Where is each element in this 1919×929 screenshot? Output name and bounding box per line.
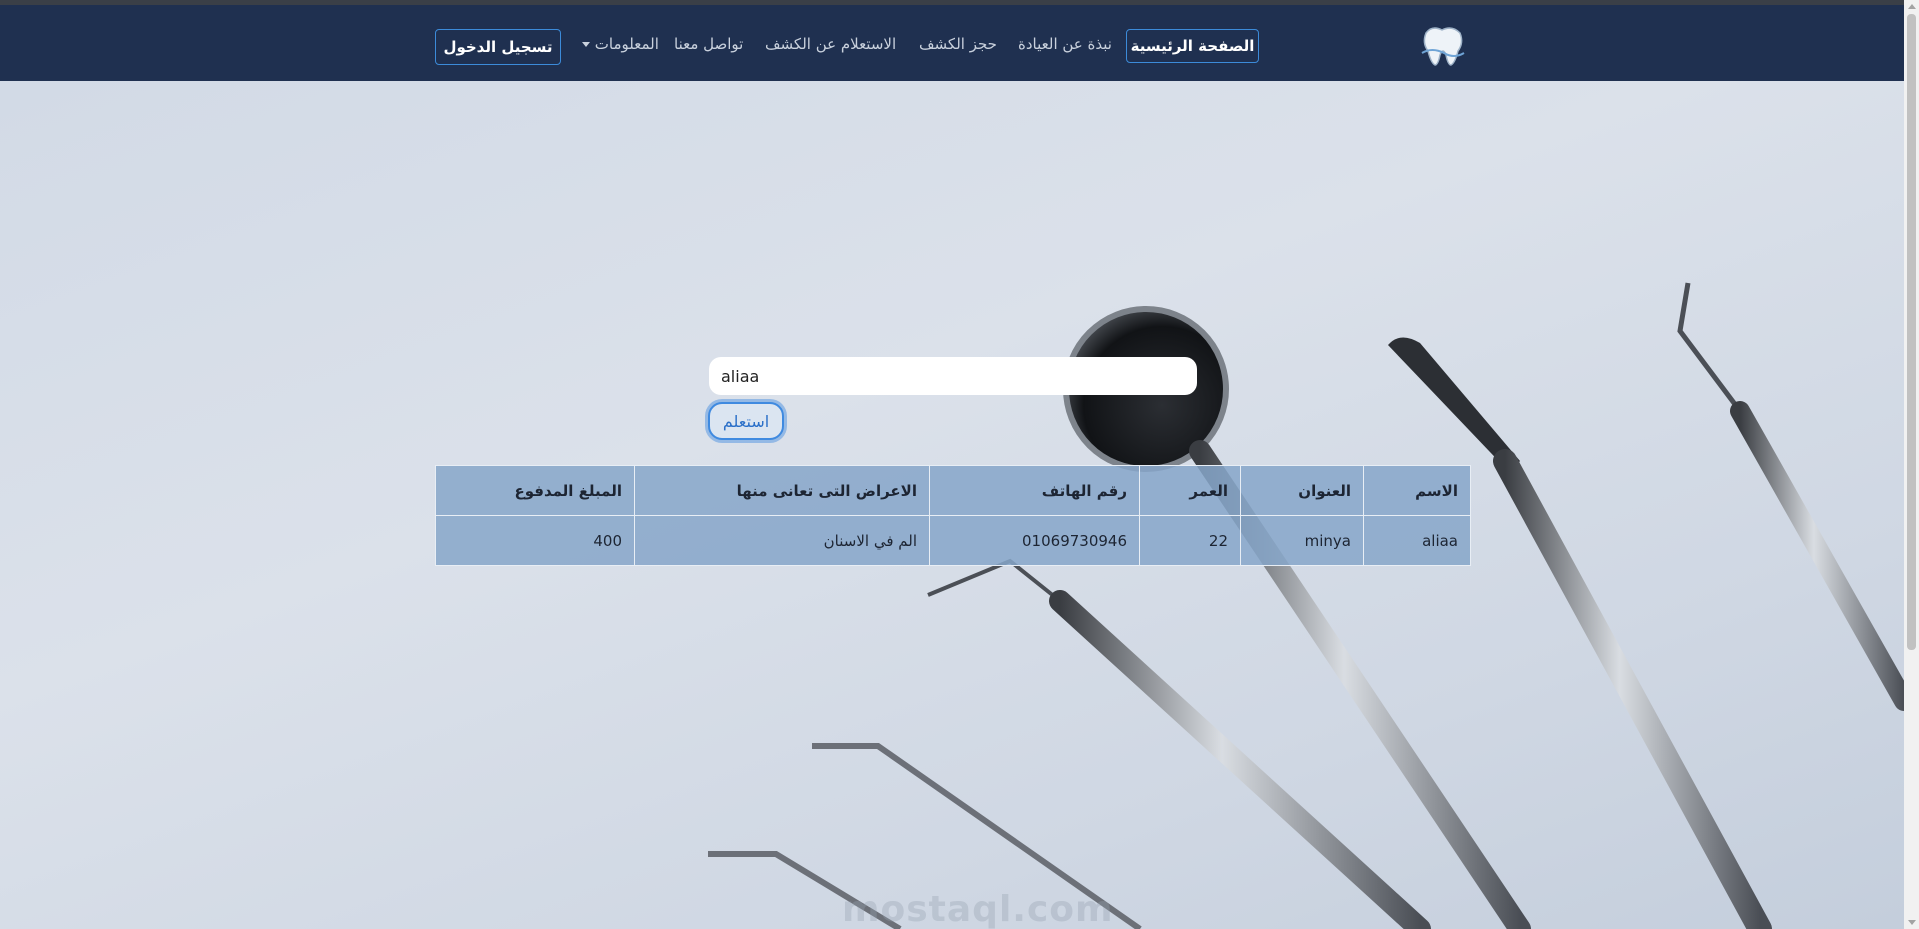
nav-home-link[interactable]: الصفحة الرئيسية <box>1126 29 1259 63</box>
scroll-down-icon[interactable] <box>1908 920 1916 925</box>
search-input[interactable] <box>709 357 1197 395</box>
scroll-up-icon[interactable] <box>1908 4 1916 9</box>
cell-paid: 400 <box>435 515 635 566</box>
header-name: الاسم <box>1363 465 1471 516</box>
nav-info-dropdown[interactable]: المعلومات <box>576 35 659 53</box>
login-button[interactable]: تسجيل الدخول <box>435 29 561 65</box>
watermark-text: mostaql.com <box>842 889 1114 929</box>
top-navbar: الصفحة الرئيسية نبذة عن العيادة حجز الكش… <box>0 5 1904 81</box>
cell-name: aliaa <box>1363 515 1471 566</box>
nav-booking-link[interactable]: حجز الكشف <box>919 35 997 53</box>
cell-symptoms: الم في الاسنان <box>634 515 930 566</box>
table-row: aliaa minya 22 01069730946 الم في الاسنا… <box>435 515 1471 566</box>
header-paid: المبلغ المدفوع <box>435 465 635 516</box>
tooth-logo-icon[interactable] <box>1418 23 1468 69</box>
header-age: العمر <box>1139 465 1241 516</box>
cell-phone: 01069730946 <box>929 515 1140 566</box>
table-header-row: الاسم العنوان العمر رقم الهاتف الاعراض ا… <box>435 465 1471 516</box>
cell-age: 22 <box>1139 515 1241 566</box>
scrollbar-thumb[interactable] <box>1907 14 1916 650</box>
chevron-down-icon <box>582 42 590 47</box>
nav-contact-link[interactable]: تواصل معنا <box>674 35 743 53</box>
header-phone: رقم الهاتف <box>929 465 1140 516</box>
nav-about-link[interactable]: نبذة عن العيادة <box>1018 35 1112 53</box>
header-symptoms: الاعراض التى تعانى منها <box>634 465 930 516</box>
cell-address: minya <box>1240 515 1364 566</box>
nav-inquiry-link[interactable]: الاستعلام عن الكشف <box>765 35 896 53</box>
header-address: العنوان <box>1240 465 1364 516</box>
vertical-scrollbar[interactable] <box>1904 0 1919 929</box>
inquire-button[interactable]: استعلم <box>708 402 784 440</box>
results-table: الاسم العنوان العمر رقم الهاتف الاعراض ا… <box>435 465 1471 566</box>
nav-info-label: المعلومات <box>594 35 659 53</box>
